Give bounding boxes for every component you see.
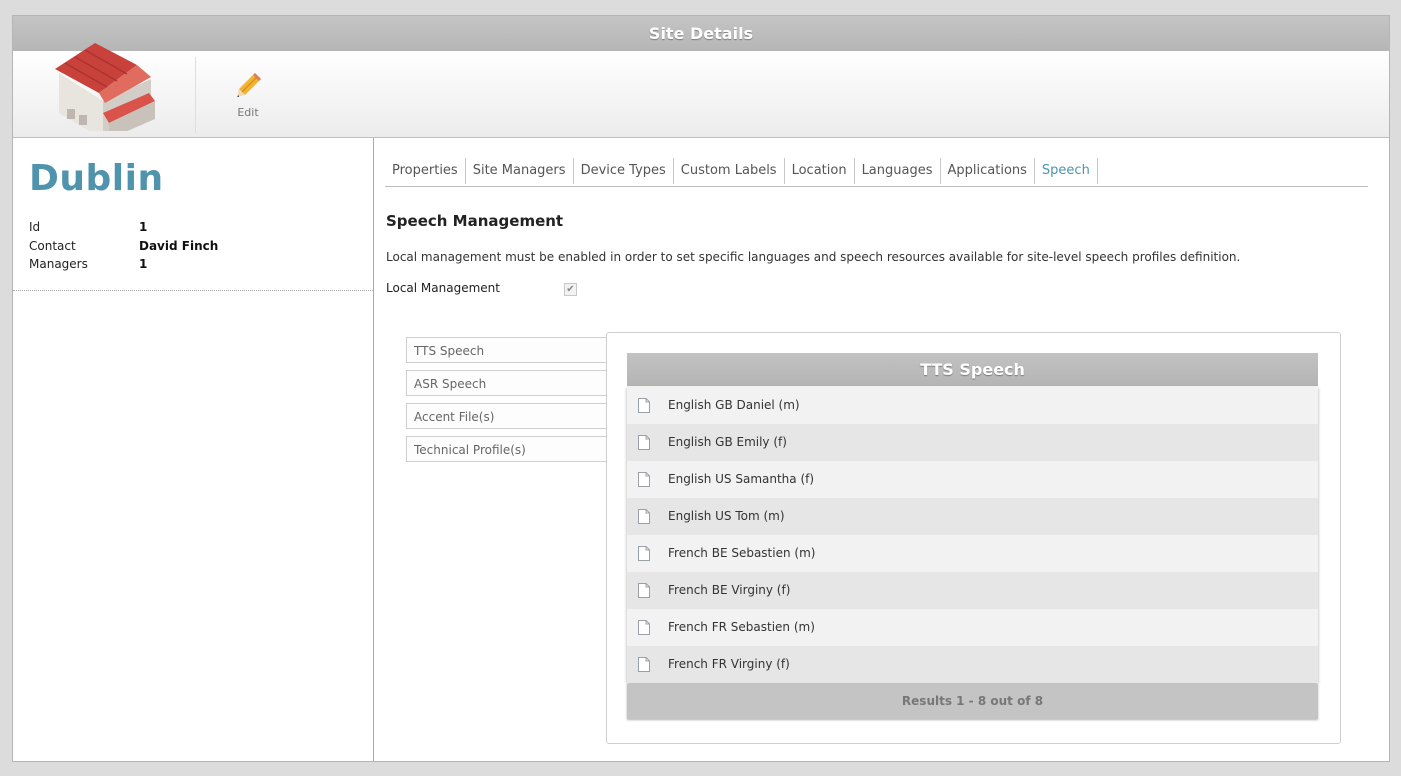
list-item-label: French FR Virginy (f) — [668, 657, 790, 671]
list-item-label: French BE Virginy (f) — [668, 583, 791, 597]
list-item[interactable]: English GB Daniel (m) — [627, 387, 1318, 424]
tab-location[interactable]: Location — [785, 158, 855, 184]
list-item-label: English GB Daniel (m) — [668, 398, 800, 412]
tab-custom-labels[interactable]: Custom Labels — [674, 158, 785, 184]
list-item[interactable]: English US Samantha (f) — [627, 461, 1318, 498]
edit-button[interactable]: Edit — [223, 69, 273, 125]
grid-pagination-info: Results 1 - 8 out of 8 — [627, 684, 1318, 719]
list-item[interactable]: French BE Sebastien (m) — [627, 535, 1318, 572]
local-management-checkbox[interactable]: ✔ — [564, 283, 577, 296]
field-managers: Managers 1 — [29, 257, 147, 271]
warehouse-icon — [55, 43, 155, 131]
list-item[interactable]: English GB Emily (f) — [627, 424, 1318, 461]
site-name: Dublin — [29, 158, 164, 199]
subtab-tts-speech[interactable]: TTS Speech — [406, 337, 606, 363]
list-item[interactable]: French FR Virginy (f) — [627, 646, 1318, 683]
local-management-label: Local Management — [386, 281, 500, 295]
list-item[interactable]: French BE Virginy (f) — [627, 572, 1318, 609]
site-summary-panel: Dublin Id 1 Contact David Finch Managers 1 — [13, 138, 374, 761]
list-item[interactable]: English US Tom (m) — [627, 498, 1318, 535]
field-value: David Finch — [139, 239, 219, 253]
tab-device-types[interactable]: Device Types — [574, 158, 674, 184]
list-item-label: French FR Sebastien (m) — [668, 620, 815, 634]
list-item-label: French BE Sebastien (m) — [668, 546, 816, 560]
site-details-window: Site Details Edit Dublin Id 1 Contact Da… — [12, 15, 1390, 762]
field-label: Managers — [29, 257, 88, 271]
document-icon — [638, 546, 650, 561]
field-id: Id 1 — [29, 220, 147, 234]
list-item[interactable]: French FR Sebastien (m) — [627, 609, 1318, 646]
window-title: Site Details — [13, 16, 1389, 51]
edit-label: Edit — [237, 106, 259, 119]
tab-applications[interactable]: Applications — [941, 158, 1035, 184]
grid-title: TTS Speech — [627, 353, 1318, 386]
toolbar: Edit — [13, 43, 1389, 138]
pencil-icon — [237, 73, 261, 97]
list-item-label: English US Samantha (f) — [668, 472, 815, 486]
field-contact: Contact David Finch — [29, 239, 218, 253]
field-value: 1 — [139, 257, 148, 271]
subtab-accent-files[interactable]: Accent File(s) — [406, 403, 606, 429]
tab-properties[interactable]: Properties — [385, 158, 466, 184]
list-item-label: English GB Emily (f) — [668, 435, 787, 449]
document-icon — [638, 583, 650, 598]
tab-speech[interactable]: Speech — [1035, 158, 1098, 184]
toolbar-separator — [195, 57, 196, 133]
document-icon — [638, 620, 650, 635]
document-icon — [638, 398, 650, 413]
tab-bar: Properties Site Managers Device Types Cu… — [385, 158, 1368, 187]
list-item-label: English US Tom (m) — [668, 509, 785, 523]
tab-site-managers[interactable]: Site Managers — [466, 158, 574, 184]
tts-speech-panel: TTS Speech English GB Daniel (m) English… — [606, 332, 1341, 744]
section-description: Local management must be enabled in orde… — [386, 250, 1241, 264]
document-icon — [638, 435, 650, 450]
document-icon — [638, 472, 650, 487]
section-title: Speech Management — [386, 212, 564, 230]
field-label: Id — [29, 220, 41, 234]
document-icon — [638, 657, 650, 672]
field-label: Contact — [29, 239, 76, 253]
tab-languages[interactable]: Languages — [855, 158, 941, 184]
subtab-asr-speech[interactable]: ASR Speech — [406, 370, 606, 396]
tts-grid: English GB Daniel (m) English GB Emily (… — [627, 387, 1318, 683]
document-icon — [638, 509, 650, 524]
field-value: 1 — [139, 220, 148, 234]
subtab-technical-profiles[interactable]: Technical Profile(s) — [406, 436, 606, 462]
divider — [13, 290, 373, 291]
